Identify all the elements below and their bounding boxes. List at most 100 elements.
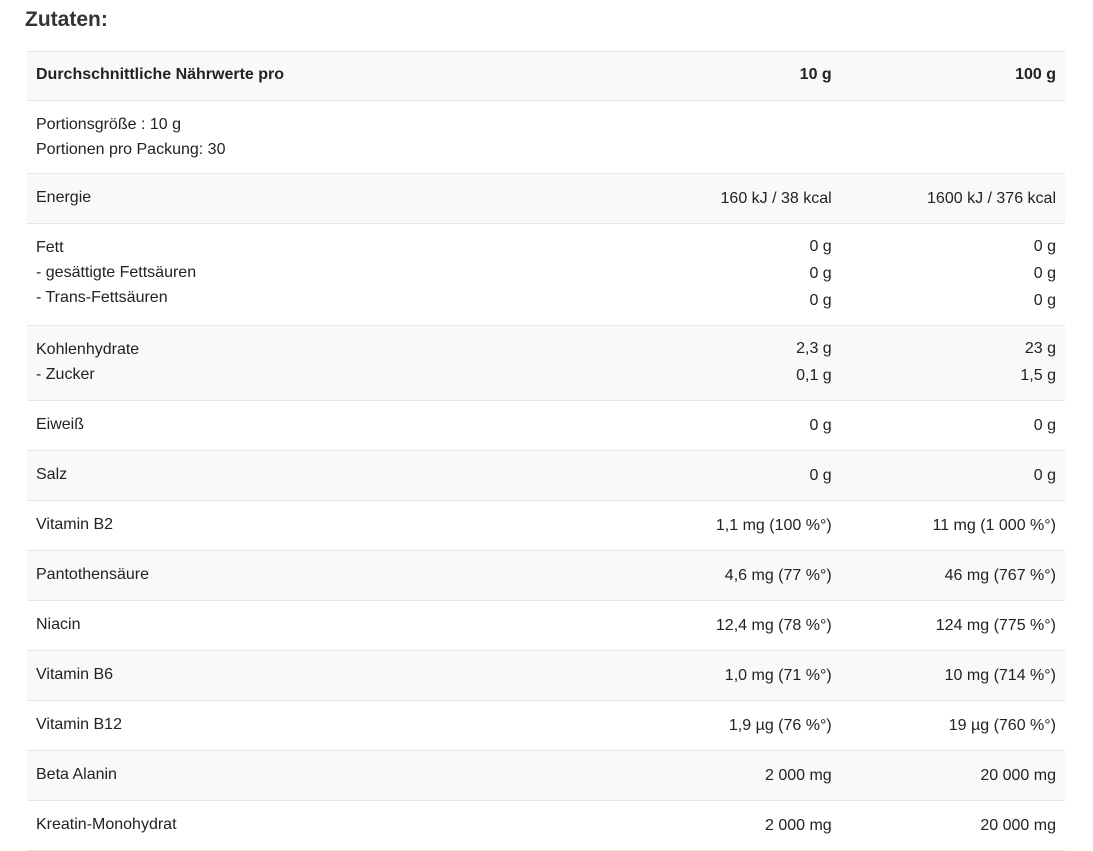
nutrient-label-line: Vitamin B6 bbox=[36, 666, 114, 683]
value-per-10g: 2,3 g 0,1 g bbox=[674, 325, 841, 401]
nutrient-label-line: Energie bbox=[36, 189, 92, 206]
header-col-10g: 10 g bbox=[674, 51, 841, 101]
table-row: Niacin 12,4 mg (78 %°) 124 mg (775 %°) bbox=[27, 600, 1065, 651]
nutrient-label-line: Pantothensäure bbox=[36, 566, 149, 583]
value-per-100g-line: 19 µg (760 %°) bbox=[948, 717, 1056, 734]
value-per-100g: 124 mg (775 %°) bbox=[840, 600, 1065, 651]
value-per-100g-line: 10 mg (714 %°) bbox=[944, 667, 1056, 684]
nutrient-label: Kreatin-Monohydrat bbox=[27, 800, 675, 851]
value-per-10g: 12,4 mg (78 %°) bbox=[674, 600, 841, 651]
serving-empty-col2 bbox=[840, 100, 1065, 174]
nutrient-label: Vitamin B6 bbox=[27, 650, 675, 701]
nutrient-label-line: - gesättigte Fettsäuren bbox=[36, 264, 197, 281]
value-per-100g: 19 µg (760 %°) bbox=[840, 700, 1065, 751]
nutrient-label: Vitamin B2 bbox=[27, 500, 675, 551]
value-per-100g-line: 20 000 mg bbox=[980, 817, 1056, 834]
serving-info: Portionsgröße : 10 g Portionen pro Packu… bbox=[27, 100, 675, 174]
value-per-10g: 0 g 0 g 0 g bbox=[674, 223, 841, 326]
nutrient-label-line: Eiweiß bbox=[36, 416, 85, 433]
nutrient-label-line: - Trans-Fettsäuren bbox=[36, 289, 168, 306]
nutrition-table-body: Durchschnittliche Nährwerte pro 10 g 100… bbox=[27, 51, 1065, 851]
value-per-100g: 20 000 mg bbox=[840, 800, 1065, 851]
value-per-10g-line: 0 g bbox=[809, 265, 832, 282]
value-per-10g: 0 g bbox=[674, 450, 841, 501]
value-per-10g-line: 0 g bbox=[809, 238, 832, 255]
nutrient-label: Niacin bbox=[27, 600, 675, 651]
value-per-100g-line: 1600 kJ / 376 kcal bbox=[927, 190, 1056, 207]
table-row: Vitamin B12 1,9 µg (76 %°) 19 µg (760 %°) bbox=[27, 700, 1065, 751]
value-per-100g-line: 0 g bbox=[1033, 292, 1056, 309]
table-header-row: Durchschnittliche Nährwerte pro 10 g 100… bbox=[27, 51, 1065, 101]
nutrient-label-line: Kohlenhydrate bbox=[36, 341, 140, 358]
nutrient-label-line: Niacin bbox=[36, 616, 81, 633]
value-per-100g: 0 g 0 g 0 g bbox=[840, 223, 1065, 326]
nutrient-label: Beta Alanin bbox=[27, 750, 675, 801]
value-per-100g: 0 g bbox=[840, 450, 1065, 501]
table-row: Fett - gesättigte Fettsäuren - Trans-Fetts… bbox=[27, 223, 1065, 326]
value-per-100g-line: 46 mg (767 %°) bbox=[944, 567, 1056, 584]
nutrition-table: Durchschnittliche Nährwerte pro 10 g 100… bbox=[27, 51, 1065, 851]
table-row: Salz 0 g 0 g bbox=[27, 450, 1065, 501]
table-row: Pantothensäure 4,6 mg (77 %°) 46 mg (767 %… bbox=[27, 550, 1065, 601]
nutrient-label: Eiweiß bbox=[27, 400, 675, 451]
table-row: Eiweiß 0 g 0 g bbox=[27, 400, 1065, 451]
header-label: Durchschnittliche Nährwerte pro bbox=[27, 51, 675, 101]
nutrient-label: Kohlenhydrate - Zucker bbox=[27, 325, 675, 401]
nutrient-label: Fett - gesättigte Fettsäuren - Trans-Fetts… bbox=[27, 223, 675, 326]
value-per-10g-line: 1,9 µg (76 %°) bbox=[728, 717, 832, 734]
value-per-10g: 2 000 mg bbox=[674, 800, 841, 851]
value-per-10g-line: 2 000 mg bbox=[764, 817, 832, 834]
table-row: Kreatin-Monohydrat 2 000 mg 20 000 mg bbox=[27, 800, 1065, 851]
nutrient-label: Vitamin B12 bbox=[27, 700, 675, 751]
serving-size: Portionsgröße : 10 g bbox=[36, 116, 181, 133]
value-per-100g-line: 11 mg (1 000 %°) bbox=[932, 517, 1057, 534]
table-row: Energie 160 kJ / 38 kcal 1600 kJ / 376 kca… bbox=[27, 173, 1065, 224]
value-per-10g: 1,9 µg (76 %°) bbox=[674, 700, 841, 751]
nutrient-label: Pantothensäure bbox=[27, 550, 675, 601]
value-per-10g-line: 1,1 mg (100 %°) bbox=[715, 517, 832, 534]
nutrient-label-line: - Zucker bbox=[36, 366, 95, 383]
value-per-10g-line: 1,0 mg (71 %°) bbox=[724, 667, 832, 684]
nutrient-label-line: Salz bbox=[36, 466, 68, 483]
serving-portions: Portionen pro Packung: 30 bbox=[36, 141, 226, 158]
value-per-100g: 11 mg (1 000 %°) bbox=[840, 500, 1065, 551]
value-per-10g-line: 0 g bbox=[809, 467, 832, 484]
nutrient-label-line: Vitamin B12 bbox=[36, 716, 122, 733]
value-per-10g-line: 12,4 mg (78 %°) bbox=[715, 617, 832, 634]
value-per-10g: 2 000 mg bbox=[674, 750, 841, 801]
table-row: Vitamin B2 1,1 mg (100 %°) 11 mg (1 000 %°… bbox=[27, 500, 1065, 551]
nutrient-label-line: Beta Alanin bbox=[36, 766, 117, 783]
value-per-10g: 0 g bbox=[674, 400, 841, 451]
value-per-100g: 23 g 1,5 g bbox=[840, 325, 1065, 401]
value-per-100g: 0 g bbox=[840, 400, 1065, 451]
value-per-10g-line: 2,3 g bbox=[796, 340, 832, 357]
value-per-100g-line: 20 000 mg bbox=[980, 767, 1056, 784]
value-per-100g-line: 0 g bbox=[1033, 467, 1056, 484]
value-per-10g-line: 4,6 mg (77 %°) bbox=[724, 567, 832, 584]
value-per-100g: 46 mg (767 %°) bbox=[840, 550, 1065, 601]
value-per-100g-line: 1,5 g bbox=[1020, 367, 1056, 384]
value-per-100g: 1600 kJ / 376 kcal bbox=[840, 173, 1065, 224]
nutrient-label-line: Fett bbox=[36, 239, 64, 256]
value-per-10g-line: 160 kJ / 38 kcal bbox=[720, 190, 832, 207]
nutrient-label: Energie bbox=[27, 173, 675, 224]
value-per-10g: 160 kJ / 38 kcal bbox=[674, 173, 841, 224]
value-per-10g: 1,1 mg (100 %°) bbox=[674, 500, 841, 551]
value-per-100g-line: 0 g bbox=[1033, 238, 1056, 255]
value-per-10g: 1,0 mg (71 %°) bbox=[674, 650, 841, 701]
value-per-100g-line: 124 mg (775 %°) bbox=[935, 617, 1056, 634]
table-row: Beta Alanin 2 000 mg 20 000 mg bbox=[27, 750, 1065, 801]
table-row: Vitamin B6 1,0 mg (71 %°) 10 mg (714 %°) bbox=[27, 650, 1065, 701]
value-per-10g: 4,6 mg (77 %°) bbox=[674, 550, 841, 601]
value-per-100g-line: 0 g bbox=[1033, 265, 1056, 282]
nutrient-label-line: Vitamin B2 bbox=[36, 516, 114, 533]
value-per-10g-line: 0,1 g bbox=[796, 367, 832, 384]
value-per-100g: 20 000 mg bbox=[840, 750, 1065, 801]
serving-row: Portionsgröße : 10 g Portionen pro Packu… bbox=[27, 100, 1065, 174]
serving-empty-col1 bbox=[674, 100, 841, 174]
value-per-100g-line: 0 g bbox=[1033, 417, 1056, 434]
section-title: Zutaten: bbox=[25, 8, 108, 31]
table-row: Kohlenhydrate - Zucker 2,3 g 0,1 g 23 g 1,5 g bbox=[27, 325, 1065, 401]
value-per-100g: 10 mg (714 %°) bbox=[840, 650, 1065, 701]
value-per-10g-line: 2 000 mg bbox=[764, 767, 832, 784]
